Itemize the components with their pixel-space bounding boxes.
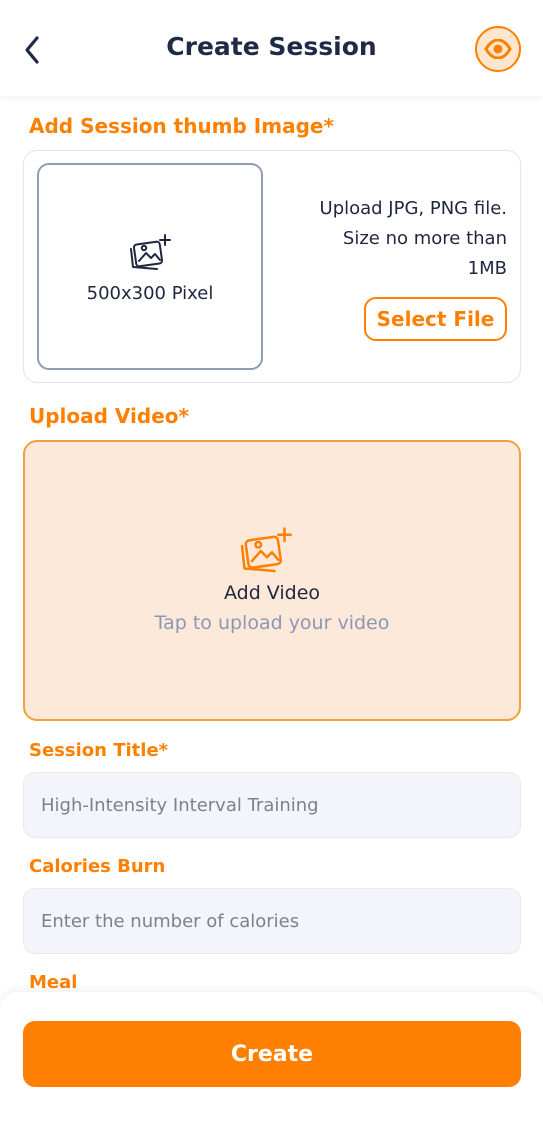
upload-info: Upload JPG, PNG file. Size no more than … bbox=[267, 194, 507, 284]
create-button[interactable]: Create bbox=[23, 1021, 521, 1087]
session-title-label: Session Title* bbox=[29, 740, 169, 761]
image-add-icon bbox=[240, 527, 292, 573]
page-title: Create Session bbox=[166, 32, 377, 61]
add-video-title: Add Video bbox=[223, 582, 321, 604]
add-video-subtitle: Tap to upload your video bbox=[154, 612, 390, 634]
eye-icon bbox=[484, 39, 512, 59]
upload-info-line: Size no more than bbox=[342, 228, 507, 249]
session-title-input[interactable] bbox=[23, 772, 521, 838]
meal-label: Meal bbox=[29, 972, 78, 993]
app-header: Create Session bbox=[0, 0, 543, 96]
upload-info-line: Upload JPG, PNG file. bbox=[319, 198, 507, 219]
preview-button[interactable] bbox=[475, 26, 521, 72]
thumbnail-dropzone[interactable]: 500x300 Pixel bbox=[37, 163, 263, 370]
video-label: Upload Video* bbox=[29, 404, 189, 428]
upload-info-line: 1MB bbox=[467, 258, 507, 279]
image-add-icon bbox=[130, 234, 171, 270]
calories-label: Calories Burn bbox=[29, 856, 166, 877]
calories-input[interactable] bbox=[23, 888, 521, 954]
thumbnail-size-text: 500x300 Pixel bbox=[86, 283, 214, 304]
video-dropzone[interactable]: Add Video Tap to upload your video bbox=[23, 440, 521, 721]
select-file-button[interactable]: Select File bbox=[364, 297, 507, 341]
thumbnail-label: Add Session thumb Image* bbox=[29, 114, 334, 138]
